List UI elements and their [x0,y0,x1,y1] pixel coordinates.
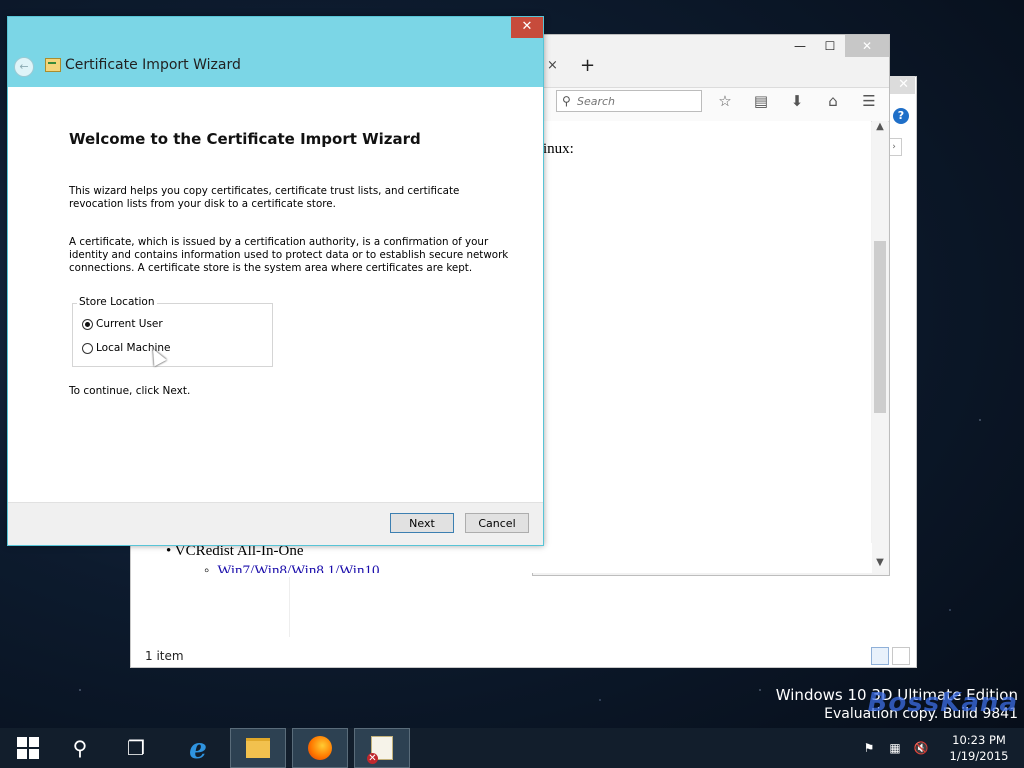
next-button[interactable]: Next [390,513,454,533]
toolbar-icons: ☆ ▤ ⬇ ⌂ ☰ [713,90,881,112]
navigation-toolbar: ⚲ ☆ ▤ ⬇ ⌂ ☰ [533,87,889,122]
radio-selected-icon[interactable] [82,318,93,330]
current-user-radio[interactable]: Current User [82,318,163,330]
close-button[interactable]: ✕ [845,35,889,57]
vcredist-download-link[interactable]: ◦ Win7/Win8/Win8.1/Win10 [204,563,379,573]
task-view-icon: ❐ [127,736,145,760]
start-button[interactable] [0,728,56,768]
search-input[interactable] [577,93,695,109]
new-tab-button[interactable]: + [580,55,595,76]
page-title: Welcome to the Certificate Import Wizard [69,130,421,148]
search-field[interactable]: ⚲ [556,90,702,112]
back-arrow-icon[interactable]: ← [14,57,34,77]
vcredist-link-label[interactable]: Win7/Win8/Win8.1/Win10 [217,563,379,573]
vertical-scrollbar[interactable]: ▲ ▼ [872,121,888,573]
search-icon: ⚲ [72,736,88,760]
current-user-label[interactable]: Current User [96,318,163,330]
continue-instruction: To continue, click Next. [69,385,191,397]
explorer-titlebar-close[interactable]: ✕ [886,76,915,94]
menu-icon[interactable]: ☰ [857,90,881,112]
window-controls: — ☐ ✕ [785,35,889,57]
certificate-description-paragraph: A certificate, which is issued by a cert… [69,236,509,274]
clock-time: 10:23 PM [952,733,1006,747]
home-icon[interactable]: ⌂ [821,90,845,112]
windows-logo-icon [17,737,39,759]
maximize-button[interactable]: ☐ [815,35,845,57]
certificate-icon [45,58,61,72]
vcredist-list: • VCRedist All-In-One ◦ Win7/Win8/Win8.1/… [132,543,872,573]
internet-explorer-button[interactable]: e [170,728,226,768]
network-icon[interactable]: ▦ [882,741,908,755]
taskbar: ⚲ ❐ e ⚑ ▦ 🔇 10:23 PM 1/19/2015 [0,728,1024,768]
dialog-title: Certificate Import Wizard [65,57,241,73]
bookmark-star-icon[interactable]: ☆ [713,90,737,112]
scrollbar-thumb[interactable] [874,241,886,413]
close-button[interactable]: ✕ [511,17,543,38]
certificate-import-wizard: ✕ ← Certificate Import Wizard Welcome to… [7,16,544,546]
downloads-icon[interactable]: ⬇ [785,90,809,112]
close-icon: ✕ [898,77,909,92]
circle-bullet-icon: ◦ [204,563,210,573]
flag-icon[interactable]: ⚑ [856,741,882,755]
pane-divider [289,577,290,637]
internet-explorer-icon: e [189,731,207,765]
system-tray: ⚑ ▦ 🔇 10:23 PM 1/19/2015 [856,728,1024,768]
search-icon: ⚲ [562,94,571,108]
firefox-window: — ☐ ✕ × + ⚲ ☆ ▤ ⬇ ⌂ ☰ inux: ▲ ▼ [532,34,890,576]
certificate-icon [367,736,393,764]
clock[interactable]: 10:23 PM 1/19/2015 [934,732,1024,764]
intro-paragraph: This wizard helps you copy certificates,… [69,185,460,210]
help-icon[interactable]: ? [893,108,909,124]
view-buttons [871,647,910,665]
bookmarks-library-icon[interactable]: ▤ [749,90,773,112]
folder-icon [246,738,270,758]
firefox-button[interactable] [292,728,348,768]
firefox-icon [308,736,332,760]
search-button[interactable]: ⚲ [52,728,108,768]
store-location-group: Store Location Current User Local Machin… [72,296,273,367]
radio-unselected-icon[interactable] [82,342,93,354]
edition-watermark: BossKana Windows 10 3D Ultimate Edition … [776,686,1018,722]
tab-close-icon[interactable]: × [547,58,558,73]
scroll-down-icon[interactable]: ▼ [872,557,888,573]
task-view-button[interactable]: ❐ [108,728,164,768]
minimize-button[interactable]: — [785,35,815,57]
details-view-icon[interactable] [871,647,889,665]
large-icons-view-icon[interactable] [892,647,910,665]
scroll-up-icon[interactable]: ▲ [872,121,888,137]
cancel-button[interactable]: Cancel [465,513,529,533]
volume-muted-icon[interactable]: 🔇 [908,741,934,755]
store-location-legend: Store Location [77,296,157,308]
page-text-fragment: inux: [543,141,574,157]
status-item-count: 1 item [145,649,184,663]
certificate-manager-button[interactable] [354,728,410,768]
web-page-content: inux: [543,121,871,573]
file-explorer-button[interactable] [230,728,286,768]
clock-date: 1/19/2015 [949,749,1009,763]
dialog-titlebar [8,17,543,87]
dialog-footer: Next Cancel [8,502,543,545]
brand-watermark: BossKana [867,688,1018,718]
